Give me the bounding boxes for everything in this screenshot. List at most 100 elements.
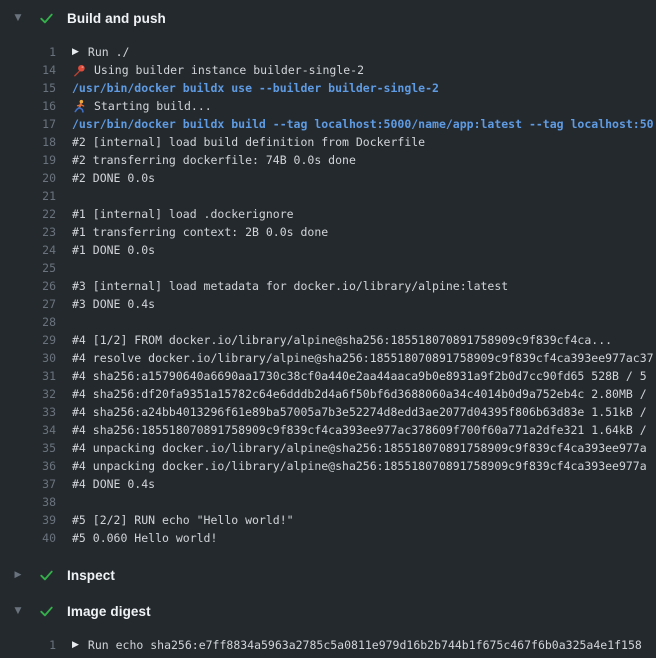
line-number[interactable]: 25 xyxy=(0,259,56,277)
line-text: #4 sha256:185518070891758909c9f839cf4ca3… xyxy=(72,421,647,439)
line-number[interactable]: 16 xyxy=(0,97,56,115)
log-lines: 1 ▶ Run echo sha256:e7ff8834a5963a2785c5… xyxy=(0,629,656,658)
line-number[interactable]: 1 xyxy=(0,43,56,61)
line-content: #4 sha256:a24bb4013296f61e89ba57005a7b3e… xyxy=(72,403,647,421)
line-content: #5 0.060 Hello world! xyxy=(72,529,217,547)
log-row: 4 sha256:e7ff8834a5963a2785c5a0811e979d1… xyxy=(0,654,656,658)
line-content: Starting build... xyxy=(72,97,212,115)
line-number[interactable]: 24 xyxy=(0,241,56,259)
pushpin-icon xyxy=(72,63,87,78)
line-number[interactable]: 23 xyxy=(0,223,56,241)
line-number[interactable]: 27 xyxy=(0,295,56,313)
line-number[interactable]: 20 xyxy=(0,169,56,187)
line-number[interactable]: 30 xyxy=(0,349,56,367)
section-header[interactable]: ▼ Build and push xyxy=(0,0,656,36)
line-number[interactable]: 15 xyxy=(0,79,56,97)
line-number[interactable]: 38 xyxy=(0,493,56,511)
line-text: #5 [2/2] RUN echo "Hello world!" xyxy=(72,511,294,529)
line-number[interactable]: 17 xyxy=(0,115,56,133)
log-row: 28 xyxy=(0,313,656,331)
line-content: #3 [internal] load metadata for docker.i… xyxy=(72,277,508,295)
line-content: #4 DONE 0.4s xyxy=(72,475,155,493)
log-row: 38 xyxy=(0,493,656,511)
log-row: 19 #2 transferring dockerfile: 74B 0.0s … xyxy=(0,151,656,169)
line-number[interactable]: 36 xyxy=(0,457,56,475)
log-row: 15 /usr/bin/docker buildx use --builder … xyxy=(0,79,656,97)
line-text: #4 [1/2] FROM docker.io/library/alpine@s… xyxy=(72,331,612,349)
line-content: #4 [1/2] FROM docker.io/library/alpine@s… xyxy=(72,331,612,349)
line-number[interactable]: 18 xyxy=(0,133,56,151)
line-text: #4 unpacking docker.io/library/alpine@sh… xyxy=(72,439,647,457)
section-header[interactable]: ▶ Inspect xyxy=(0,557,656,593)
log-row: 21 xyxy=(0,187,656,205)
log-row: 34 #4 sha256:185518070891758909c9f839cf4… xyxy=(0,421,656,439)
log-row: 35 #4 unpacking docker.io/library/alpine… xyxy=(0,439,656,457)
line-number[interactable]: 22 xyxy=(0,205,56,223)
chevron-icon[interactable]: ▼ xyxy=(12,607,24,616)
log-row: 26 #3 [internal] load metadata for docke… xyxy=(0,277,656,295)
line-text: #1 transferring context: 2B 0.0s done xyxy=(72,223,328,241)
line-content: #2 transferring dockerfile: 74B 0.0s don… xyxy=(72,151,356,169)
line-number[interactable]: 40 xyxy=(0,529,56,547)
log-row: 17 /usr/bin/docker buildx build --tag lo… xyxy=(0,115,656,133)
log-section: ▼ Image digest 1 ▶ Run echo sha256:e7ff8… xyxy=(0,593,656,658)
line-number[interactable]: 19 xyxy=(0,151,56,169)
line-content: #4 unpacking docker.io/library/alpine@sh… xyxy=(72,439,647,457)
log-row: 33 #4 sha256:a24bb4013296f61e89ba57005a7… xyxy=(0,403,656,421)
section-title: Inspect xyxy=(67,568,115,583)
line-content: #1 DONE 0.0s xyxy=(72,241,155,259)
log-viewer: ▼ Build and push 1 ▶ Run ./ 14 xyxy=(0,0,656,658)
line-text: #3 DONE 0.4s xyxy=(72,295,155,313)
log-row: 22 #1 [internal] load .dockerignore xyxy=(0,205,656,223)
expand-caret-icon[interactable]: ▶ xyxy=(72,43,79,61)
line-content: #4 sha256:a15790640a6690aa1730c38cf0a440… xyxy=(72,367,647,385)
log-row: 1 ▶ Run echo sha256:e7ff8834a5963a2785c5… xyxy=(0,636,656,654)
line-number[interactable]: 39 xyxy=(0,511,56,529)
log-row: 14 Using builder instance builder-single… xyxy=(0,61,656,79)
line-number[interactable]: 31 xyxy=(0,367,56,385)
line-number[interactable]: 26 xyxy=(0,277,56,295)
line-number[interactable]: 37 xyxy=(0,475,56,493)
line-content: /usr/bin/docker buildx use --builder bui… xyxy=(72,79,439,97)
line-content: #3 DONE 0.4s xyxy=(72,295,155,313)
line-number[interactable]: 1 xyxy=(0,636,56,654)
line-content: #4 sha256:185518070891758909c9f839cf4ca3… xyxy=(72,421,647,439)
line-number[interactable]: 4 xyxy=(0,654,56,658)
log-row: 32 #4 sha256:df20fa9351a15782c64e6dddb2d… xyxy=(0,385,656,403)
runner-icon xyxy=(72,99,87,114)
line-content: /usr/bin/docker buildx build --tag local… xyxy=(72,115,654,133)
line-text: #4 sha256:a24bb4013296f61e89ba57005a7b3e… xyxy=(72,403,647,421)
line-content: #2 [internal] load build definition from… xyxy=(72,133,425,151)
line-number[interactable]: 29 xyxy=(0,331,56,349)
log-row: 27 #3 DONE 0.4s xyxy=(0,295,656,313)
chevron-icon[interactable]: ▶ xyxy=(12,571,24,580)
line-text: #5 0.060 Hello world! xyxy=(72,529,217,547)
line-number[interactable]: 35 xyxy=(0,439,56,457)
line-number[interactable]: 34 xyxy=(0,421,56,439)
line-number[interactable]: 21 xyxy=(0,187,56,205)
section-title: Build and push xyxy=(67,11,166,26)
log-row: 1 ▶ Run ./ xyxy=(0,43,656,61)
log-row: 39 #5 [2/2] RUN echo "Hello world!" xyxy=(0,511,656,529)
chevron-icon[interactable]: ▼ xyxy=(12,14,24,23)
check-icon xyxy=(39,11,54,26)
check-icon xyxy=(39,604,54,619)
line-number[interactable]: 33 xyxy=(0,403,56,421)
log-row: 24 #1 DONE 0.0s xyxy=(0,241,656,259)
line-number[interactable]: 32 xyxy=(0,385,56,403)
log-lines: 1 ▶ Run ./ 14 Using builder instance bui… xyxy=(0,36,656,557)
line-text: /usr/bin/docker buildx use --builder bui… xyxy=(72,79,439,97)
line-number[interactable]: 14 xyxy=(0,61,56,79)
line-text: #4 DONE 0.4s xyxy=(72,475,155,493)
section-header[interactable]: ▼ Image digest xyxy=(0,593,656,629)
line-text: #2 [internal] load build definition from… xyxy=(72,133,425,151)
log-row: 29 #4 [1/2] FROM docker.io/library/alpin… xyxy=(0,331,656,349)
line-content: #4 sha256:df20fa9351a15782c64e6dddb2d4a6… xyxy=(72,385,647,403)
line-text: #3 [internal] load metadata for docker.i… xyxy=(72,277,508,295)
line-number[interactable]: 28 xyxy=(0,313,56,331)
line-text: #4 sha256:a15790640a6690aa1730c38cf0a440… xyxy=(72,367,647,385)
line-content: sha256:e7ff8834a5963a2785c5a0811e979d16b… xyxy=(72,654,564,658)
log-row: 25 xyxy=(0,259,656,277)
expand-caret-icon[interactable]: ▶ xyxy=(72,636,79,654)
line-text: #2 DONE 0.0s xyxy=(72,169,155,187)
